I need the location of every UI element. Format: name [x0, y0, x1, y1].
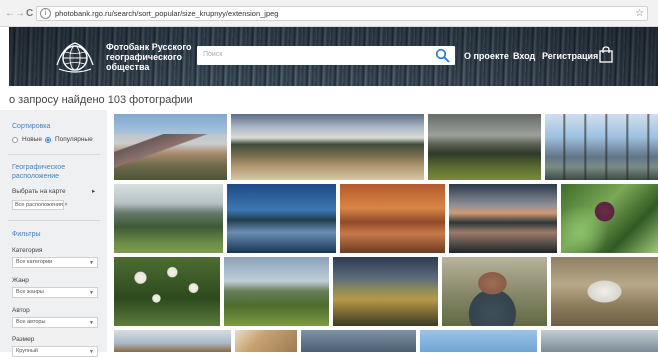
- size-label: Размер: [12, 336, 35, 343]
- author-select[interactable]: Все авторы ▼: [12, 317, 98, 328]
- author-label: Автор: [12, 307, 30, 314]
- cart-bag-icon[interactable]: [599, 46, 613, 63]
- search-box[interactable]: Поиск: [197, 46, 455, 65]
- photo-thumbnail[interactable]: [114, 184, 223, 253]
- chevron-down-icon: ▼: [89, 290, 94, 296]
- sort-new-radio[interactable]: [12, 137, 18, 143]
- map-arrow-icon[interactable]: ▸: [92, 188, 95, 196]
- divider: [8, 220, 100, 221]
- results-count: о запросу найдено 103 фотографии: [9, 94, 193, 106]
- genre-value: Все жанры: [16, 289, 44, 295]
- location-chip[interactable]: Все расположения ×: [12, 200, 68, 210]
- category-label: Категория: [12, 247, 43, 254]
- sort-title: Сортировка: [12, 123, 51, 130]
- filters-title: Фильтры: [12, 231, 41, 238]
- sort-popular-label[interactable]: Популярные: [55, 136, 93, 144]
- nav-register-link[interactable]: Регистрация: [542, 50, 598, 62]
- author-value: Все авторы: [16, 319, 46, 325]
- search-icon[interactable]: [435, 48, 450, 63]
- browser-toolbar: ← → C i photobank.rgo.ru/search/sort_pop…: [0, 0, 658, 27]
- address-bar[interactable]: i photobank.rgo.ru/search/sort_popular/s…: [36, 6, 648, 21]
- photo-thumbnail[interactable]: [442, 257, 547, 326]
- geo-title-line-1: Географическое: [12, 164, 66, 171]
- chevron-down-icon: ▼: [89, 260, 94, 266]
- site-name[interactable]: Фотобанк Русского географического общест…: [106, 42, 196, 72]
- geo-title-line-2: расположение: [12, 173, 60, 180]
- photo-thumbnail[interactable]: [541, 330, 658, 352]
- site-header: Фотобанк Русского географического общест…: [9, 27, 658, 86]
- sort-new-label[interactable]: Новые: [22, 136, 42, 144]
- nav-about-link[interactable]: О проекте: [464, 50, 509, 62]
- forward-button[interactable]: →: [15, 8, 25, 20]
- site-name-line-1: Фотобанк Русского: [106, 42, 192, 52]
- address-url: photobank.rgo.ru/search/sort_popular/siz…: [55, 9, 279, 18]
- site-info-icon[interactable]: i: [40, 8, 51, 19]
- photo-thumbnail[interactable]: [231, 114, 424, 180]
- genre-select[interactable]: Все жанры ▼: [12, 287, 98, 298]
- photo-thumbnail[interactable]: [428, 114, 541, 180]
- rgo-globe-logo-icon[interactable]: [53, 39, 97, 75]
- search-input[interactable]: Поиск: [203, 50, 222, 60]
- genre-label: Жанр: [12, 277, 29, 284]
- photo-thumbnail[interactable]: [333, 257, 438, 326]
- category-select[interactable]: Все категории ▼: [12, 257, 98, 268]
- chevron-down-icon: ▼: [89, 349, 94, 355]
- photo-thumbnail[interactable]: [561, 184, 658, 253]
- photo-thumbnail[interactable]: [545, 114, 658, 180]
- map-select-link[interactable]: Выбрать на карте: [12, 188, 66, 196]
- reload-button[interactable]: C: [26, 8, 33, 20]
- divider: [8, 154, 100, 155]
- photo-thumbnail[interactable]: [449, 184, 557, 253]
- filters-sidebar: Сортировка Новые Популярные Географическ…: [0, 110, 107, 357]
- photo-thumbnail[interactable]: [114, 257, 220, 326]
- bookmark-star-icon[interactable]: ☆: [635, 7, 644, 20]
- photo-thumbnail[interactable]: [114, 330, 231, 352]
- photo-thumbnail[interactable]: [227, 184, 336, 253]
- photo-thumbnail[interactable]: [420, 330, 537, 352]
- photo-thumbnail[interactable]: [301, 330, 416, 352]
- photo-thumbnail[interactable]: [224, 257, 329, 326]
- photo-thumbnail[interactable]: [551, 257, 658, 326]
- chevron-down-icon: ▼: [89, 320, 94, 326]
- sort-popular-radio[interactable]: [45, 137, 51, 143]
- site-name-line-3: общества: [106, 62, 150, 72]
- site-name-line-2: географического: [106, 52, 183, 62]
- size-value: Крупный: [16, 348, 38, 354]
- nav-login-link[interactable]: Вход: [513, 50, 535, 62]
- back-button[interactable]: ←: [5, 8, 15, 20]
- photo-thumbnail[interactable]: [235, 330, 297, 352]
- photo-thumbnail[interactable]: [114, 114, 227, 180]
- category-value: Все категории: [16, 259, 53, 265]
- photo-thumbnail[interactable]: [340, 184, 445, 253]
